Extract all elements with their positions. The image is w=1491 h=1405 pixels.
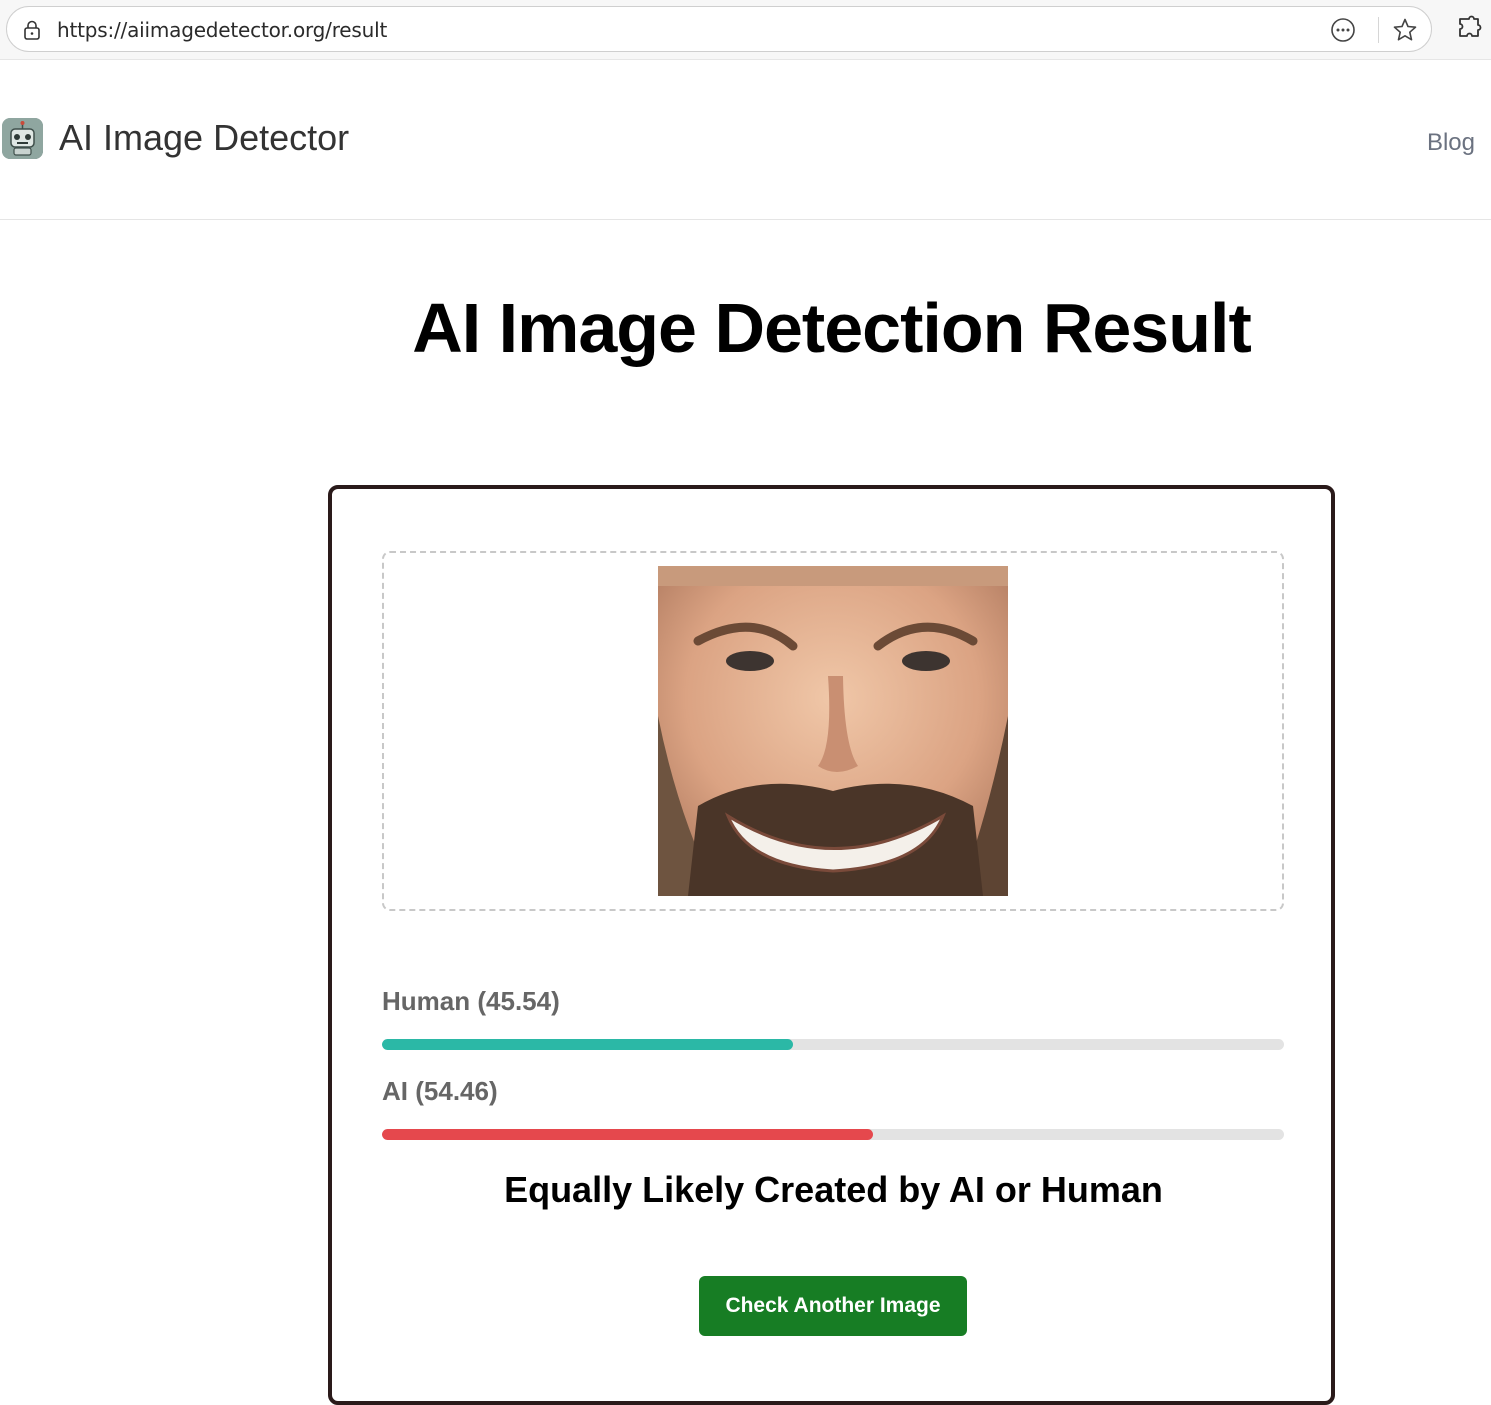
site-header: AI Image Detector Blog [0, 60, 1491, 220]
robot-logo-icon[interactable] [2, 118, 43, 159]
favorite-star-icon[interactable] [1392, 17, 1418, 43]
uploaded-photo [658, 566, 1008, 896]
check-another-image-button[interactable]: Check Another Image [699, 1276, 967, 1336]
browser-toolbar: https://aiimagedetector.org/result [0, 0, 1491, 60]
verdict-text: Equally Likely Created by AI or Human [504, 1169, 1163, 1210]
address-bar[interactable]: https://aiimagedetector.org/result [6, 6, 1432, 52]
ai-score-fill [382, 1129, 874, 1140]
extensions-icon[interactable] [1455, 15, 1483, 43]
more-options-icon[interactable] [1330, 17, 1356, 43]
url-text[interactable]: https://aiimagedetector.org/result [57, 18, 387, 42]
ai-score-value: (54.46) [415, 1076, 498, 1106]
ai-score-label: AI (54.46) [382, 1076, 498, 1107]
human-score-fill [382, 1039, 793, 1050]
ai-score-name: AI [382, 1076, 408, 1106]
nav-link-blog[interactable]: Blog [1427, 129, 1475, 157]
ai-score-bar [382, 1129, 1284, 1140]
site-name[interactable]: AI Image Detector [59, 117, 349, 159]
result-card: Human (45.54) AI (54.46) Equally Likely … [328, 485, 1335, 1405]
human-score-bar [382, 1039, 1284, 1050]
human-score-label: Human (45.54) [382, 986, 560, 1017]
lock-icon[interactable] [21, 19, 43, 41]
human-score-value: (45.54) [477, 986, 560, 1016]
page-title: AI Image Detection Result [412, 289, 1252, 367]
toolbar-divider [1378, 17, 1379, 43]
uploaded-image-frame [382, 551, 1284, 911]
human-score-name: Human [382, 986, 471, 1016]
